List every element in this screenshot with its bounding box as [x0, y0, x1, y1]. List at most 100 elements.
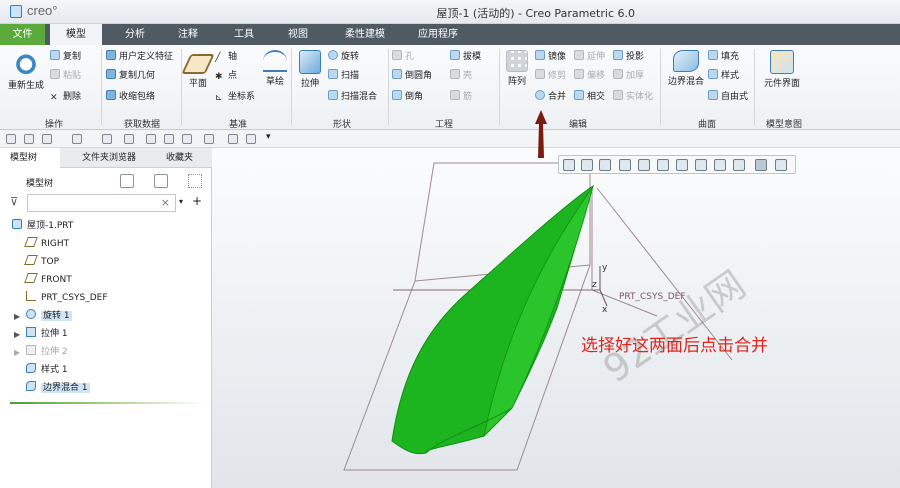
add-filter-icon[interactable]: +: [192, 194, 202, 208]
intersect-button[interactable]: 相交: [574, 90, 605, 104]
tab-favorites[interactable]: 收藏夹: [146, 148, 212, 168]
tree-node-front[interactable]: FRONT: [24, 272, 72, 289]
tree-node-extrude-2[interactable]: ▶ 拉伸 2: [14, 344, 68, 361]
rib-button[interactable]: 筋: [450, 90, 472, 104]
refit-icon[interactable]: [563, 159, 575, 171]
draft-button[interactable]: 拔模: [450, 50, 481, 64]
graphics-viewport[interactable]: y z x PRT_CSYS_DEF 92工业网: [212, 148, 900, 488]
expand-arrow-icon[interactable]: ▶: [14, 326, 20, 343]
datum-display-icon[interactable]: [733, 159, 745, 171]
merge-button[interactable]: 合并: [535, 90, 566, 104]
tab-annotate[interactable]: 注释: [171, 24, 205, 45]
tab-applications[interactable]: 应用程序: [412, 24, 464, 45]
hole-button[interactable]: 孔: [392, 50, 414, 64]
spin-center-icon[interactable]: [775, 159, 787, 171]
plane-button[interactable]: 平面: [181, 50, 215, 89]
trim-button[interactable]: 修剪: [535, 69, 566, 83]
round-button[interactable]: 倒圆角: [392, 69, 432, 83]
freestyle-button[interactable]: 自由式: [708, 90, 748, 104]
thicken-button[interactable]: 加厚: [613, 69, 644, 83]
title-bar: creo° 屋顶-1 (活动的) - Creo Parametric 6.0: [0, 0, 900, 24]
revolve-button[interactable]: 旋转: [328, 50, 359, 64]
settings-icon[interactable]: [120, 174, 134, 188]
boundary-blend-button[interactable]: 边界混合: [662, 50, 710, 87]
shrinkwrap-button[interactable]: 收缩包络: [106, 90, 155, 104]
component-interface-button[interactable]: 元件界面: [758, 50, 806, 89]
shell-button[interactable]: 壳: [450, 69, 472, 83]
zoom-in-icon[interactable]: [581, 159, 593, 171]
show-icon[interactable]: [154, 174, 168, 188]
tab-model[interactable]: 模型: [50, 24, 102, 46]
expand-arrow-icon[interactable]: ▶: [14, 308, 20, 325]
mirror-button[interactable]: 镜像: [535, 50, 566, 64]
component-interface-icon: [770, 50, 794, 74]
chamfer-button[interactable]: 倒角: [392, 90, 423, 104]
offset-button[interactable]: 偏移: [574, 69, 605, 83]
annotation-display-icon[interactable]: [755, 159, 767, 171]
perspective-icon[interactable]: [638, 159, 650, 171]
extrude-button[interactable]: 拉伸: [296, 50, 324, 89]
pattern-button[interactable]: 阵列: [503, 50, 531, 87]
axis-button[interactable]: ╱ 轴: [215, 50, 237, 64]
display-icon[interactable]: [228, 134, 238, 144]
customize-arrow-icon[interactable]: ▾: [266, 132, 276, 142]
tree-node-csys[interactable]: PRT_CSYS_DEF: [26, 290, 108, 307]
tab-flexible-modeling[interactable]: 柔性建模: [339, 24, 391, 45]
window-icon[interactable]: [124, 134, 134, 144]
close-window-icon[interactable]: [146, 134, 156, 144]
sweep-label: 扫描: [341, 71, 360, 81]
tab-file[interactable]: 文件: [0, 24, 45, 45]
copy-geometry-button[interactable]: 复制几何: [106, 69, 155, 83]
zoom-out-icon[interactable]: [599, 159, 611, 171]
fill-button[interactable]: 填充: [708, 50, 739, 64]
regenerate-button[interactable]: 重新生成: [6, 50, 46, 91]
section-icon[interactable]: [714, 159, 726, 171]
clear-search-icon[interactable]: ×: [161, 196, 170, 209]
saved-views-icon[interactable]: [676, 159, 688, 171]
search-dropdown-icon[interactable]: ▾: [179, 197, 183, 206]
undo-icon[interactable]: [42, 134, 52, 144]
tab-view[interactable]: 视图: [281, 24, 315, 45]
style-button[interactable]: 样式: [708, 69, 739, 83]
solidify-button[interactable]: 实体化: [613, 90, 653, 104]
sketch-button[interactable]: 草绘: [260, 50, 290, 87]
tab-model-tree[interactable]: 模型树: [0, 148, 60, 168]
tab-analysis[interactable]: 分析: [118, 24, 152, 45]
repaint-icon[interactable]: [619, 159, 631, 171]
tree-node-boundary-blend-1[interactable]: 边界混合 1: [26, 380, 90, 397]
ruler-icon[interactable]: [164, 134, 174, 144]
selection-filter-icon[interactable]: [188, 174, 202, 188]
appearance-icon[interactable]: [204, 134, 214, 144]
paste-button[interactable]: 粘贴: [50, 69, 81, 83]
tree-node-style-1[interactable]: 样式 1: [26, 362, 68, 379]
tree-node-part[interactable]: 屋顶-1.PRT: [12, 218, 73, 235]
tree-node-right[interactable]: RIGHT: [24, 236, 69, 253]
tab-folder-browser[interactable]: 文件夹浏览器: [66, 148, 142, 168]
project-button[interactable]: 投影: [613, 50, 644, 64]
new-file-icon[interactable]: [6, 134, 16, 144]
sweep-button[interactable]: 扫描: [328, 69, 359, 83]
delete-button[interactable]: ✕ 删除: [50, 90, 81, 104]
copy-button[interactable]: 复制: [50, 50, 81, 64]
extend-button[interactable]: 延伸: [574, 50, 605, 64]
redo-icon[interactable]: [72, 134, 82, 144]
tree-node-revolve-1[interactable]: ▶ 旋转 1: [14, 308, 72, 325]
expand-arrow-icon[interactable]: ▶: [14, 344, 20, 361]
udf-button[interactable]: 用户定义特征: [106, 50, 173, 64]
open-folder-icon[interactable]: [246, 134, 256, 144]
filter-icon: ⊽: [10, 195, 19, 208]
insert-indicator[interactable]: [10, 402, 206, 404]
tab-tools[interactable]: 工具: [227, 24, 261, 45]
navigator-tabs: 模型树 文件夹浏览器 收藏夹: [0, 148, 212, 168]
swept-blend-button[interactable]: 扫描混合: [328, 90, 377, 104]
save-icon[interactable]: [24, 134, 34, 144]
display-style-icon[interactable]: [657, 159, 669, 171]
csys-button[interactable]: ⊾ 坐标系: [215, 90, 255, 104]
view-manager-icon[interactable]: [695, 159, 707, 171]
regenerate-small-icon[interactable]: [102, 134, 112, 144]
tree-node-extrude-1[interactable]: ▶ 拉伸 1: [14, 326, 68, 343]
tree-node-top[interactable]: TOP: [24, 254, 59, 271]
point-button[interactable]: ✱ 点: [215, 69, 237, 83]
tree-search-input[interactable]: ×: [27, 194, 176, 212]
snap-icon[interactable]: [182, 134, 192, 144]
